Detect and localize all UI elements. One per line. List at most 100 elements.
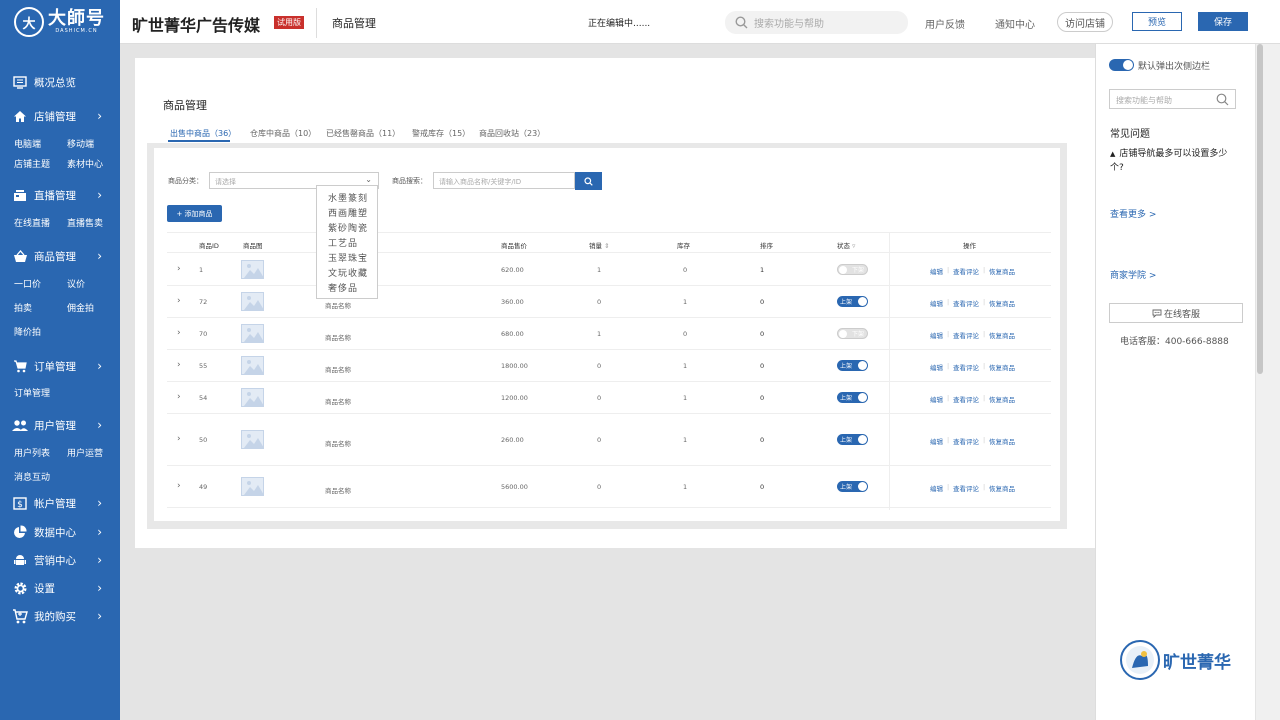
sidebar-subitem[interactable]: 订单管理: [14, 386, 50, 399]
category-option[interactable]: 水墨篆刻: [328, 191, 368, 204]
table-row[interactable]: › 50 商品名称 260.00 0 1 0 上架 编辑 查看评论 恢复商品 | |: [167, 414, 1051, 466]
tab-sold-out[interactable]: 已经售罄商品（11）: [326, 128, 400, 139]
header-sales[interactable]: 销量 ⇕: [589, 240, 610, 250]
merchant-academy-link[interactable]: 商家学院 >: [1110, 268, 1156, 281]
view-comments-link[interactable]: 查看评论: [953, 266, 979, 276]
table-row[interactable]: › 70 商品名称 680.00 1 0 0 下架 编辑 查看评论 恢复商品 | |: [167, 318, 1051, 350]
restore-product-link[interactable]: 恢复商品: [989, 483, 1015, 493]
category-option[interactable]: 玉翠珠宝: [328, 251, 368, 264]
sidebar-item-live-management[interactable]: 直播管理 ›: [0, 185, 120, 205]
restore-product-link[interactable]: 恢复商品: [989, 266, 1015, 276]
sidebar-subitem[interactable]: 降价拍: [14, 325, 41, 338]
sidebar-subitem[interactable]: 用户列表: [14, 446, 50, 459]
sidebar-item-store-management[interactable]: 店铺管理 ›: [0, 106, 120, 126]
sidebar-item-order-management[interactable]: 订单管理 ›: [0, 356, 120, 376]
sidebar-subitem[interactable]: 用户运营: [67, 446, 103, 459]
tab-recycle-bin[interactable]: 商品回收站（23）: [479, 128, 545, 139]
sidebar-subitem[interactable]: 素材中心: [67, 157, 103, 170]
product-search-input[interactable]: 请输入商品名称/关键字/ID: [433, 172, 575, 189]
sidebar-subitem[interactable]: 一口价: [14, 277, 41, 290]
sidebar-item-account-management[interactable]: $ 帐户管理 ›: [0, 493, 120, 513]
view-comments-link[interactable]: 查看评论: [953, 436, 979, 446]
sidebar-item-overview[interactable]: 概况总览: [0, 72, 120, 92]
category-option[interactable]: 工艺品: [328, 236, 358, 249]
restore-product-link[interactable]: 恢复商品: [989, 362, 1015, 372]
search-button[interactable]: [575, 172, 602, 190]
expand-row-icon[interactable]: ›: [177, 264, 181, 274]
visit-store-button[interactable]: 访问店铺: [1057, 12, 1113, 32]
expand-row-icon[interactable]: ›: [177, 392, 181, 402]
header-status[interactable]: 状态 ▿: [837, 240, 855, 250]
view-comments-link[interactable]: 查看评论: [953, 330, 979, 340]
see-more-link[interactable]: 查看更多 >: [1110, 207, 1156, 220]
status-toggle[interactable]: 上架: [837, 481, 868, 492]
tab-on-sale[interactable]: 出售中商品（36）: [170, 128, 236, 139]
restore-product-link[interactable]: 恢复商品: [989, 436, 1015, 446]
sidebar-item-settings[interactable]: 设置 ›: [0, 578, 120, 598]
sidebar-subitem[interactable]: 消息互动: [14, 470, 50, 483]
table-row[interactable]: › 49 商品名称 5600.00 0 1 0 上架 编辑 查看评论 恢复商品 | |: [167, 466, 1051, 508]
view-comments-link[interactable]: 查看评论: [953, 483, 979, 493]
tab-in-warehouse[interactable]: 仓库中商品（10）: [250, 128, 316, 139]
status-toggle[interactable]: 上架: [837, 360, 868, 371]
status-toggle[interactable]: 上架: [837, 434, 868, 445]
view-comments-link[interactable]: 查看评论: [953, 362, 979, 372]
status-toggle[interactable]: 下架: [837, 264, 868, 275]
status-toggle[interactable]: 下架: [837, 328, 868, 339]
sidebar-subitem[interactable]: 直播售卖: [67, 216, 103, 229]
sidebar-subitem[interactable]: 在线直播: [14, 216, 50, 229]
sidebar-subitem[interactable]: 拍卖: [14, 301, 32, 314]
table-row[interactable]: › 1 620.00 1 0 1 下架 编辑 查看评论 恢复商品 | |: [167, 254, 1051, 286]
expand-row-icon[interactable]: ›: [177, 481, 181, 491]
auto-open-sidebar-toggle[interactable]: [1109, 59, 1134, 71]
online-service-button[interactable]: 在线客服: [1109, 303, 1243, 323]
help-search-input[interactable]: 搜索功能与帮助: [1109, 89, 1236, 109]
expand-row-icon[interactable]: ›: [177, 434, 181, 444]
top-search-input[interactable]: 搜索功能与帮助: [725, 11, 908, 34]
tab-low-stock[interactable]: 警戒库存（15）: [412, 128, 470, 139]
edit-link[interactable]: 编辑: [930, 266, 943, 276]
sidebar-subitem[interactable]: 佣金拍: [67, 301, 94, 314]
expand-row-icon[interactable]: ›: [177, 328, 181, 338]
sidebar-subitem[interactable]: 议价: [67, 277, 85, 290]
edit-link[interactable]: 编辑: [930, 362, 943, 372]
edit-link[interactable]: 编辑: [930, 298, 943, 308]
product-price: 260.00: [501, 436, 524, 444]
table-row[interactable]: › 72 商品名称 360.00 0 1 0 上架 编辑 查看评论 恢复商品 | |: [167, 286, 1051, 318]
restore-product-link[interactable]: 恢复商品: [989, 394, 1015, 404]
preview-button[interactable]: 预览: [1132, 12, 1182, 31]
sidebar-item-user-management[interactable]: 用户管理 ›: [0, 415, 120, 435]
category-option[interactable]: 奢侈品: [328, 281, 358, 294]
edit-link[interactable]: 编辑: [930, 394, 943, 404]
category-option[interactable]: 紫砂陶瓷: [328, 221, 368, 234]
faq-item[interactable]: ▲ 店铺导航最多可以设置多少个?: [1110, 147, 1235, 175]
sidebar-subitem[interactable]: 店铺主题: [14, 157, 50, 170]
save-button[interactable]: 保存: [1198, 12, 1248, 31]
expand-row-icon[interactable]: ›: [177, 296, 181, 306]
category-option[interactable]: 文玩收藏: [328, 266, 368, 279]
view-comments-link[interactable]: 查看评论: [953, 394, 979, 404]
edit-link[interactable]: 编辑: [930, 436, 943, 446]
sidebar-item-data-center[interactable]: 数据中心 ›: [0, 522, 120, 542]
edit-link[interactable]: 编辑: [930, 483, 943, 493]
feedback-link[interactable]: 用户反馈: [925, 16, 965, 31]
table-row[interactable]: › 55 商品名称 1800.00 0 1 0 上架 编辑 查看评论 恢复商品 | |: [167, 350, 1051, 382]
sidebar-subitem[interactable]: 电脑端: [14, 137, 41, 150]
sidebar-item-my-purchases[interactable]: 我的购买 ›: [0, 606, 120, 626]
category-option[interactable]: 西画雕塑: [328, 206, 368, 219]
sidebar-item-marketing-center[interactable]: 营销中心 ›: [0, 550, 120, 570]
sidebar-item-product-management[interactable]: 商品管理 ›: [0, 246, 120, 266]
expand-row-icon[interactable]: ›: [177, 360, 181, 370]
add-product-button[interactable]: + 添加商品: [167, 205, 222, 222]
logo[interactable]: 大 大師号 DASHICM.CN: [0, 0, 120, 44]
status-toggle[interactable]: 上架: [837, 296, 868, 307]
table-row[interactable]: › 54 商品名称 1200.00 0 1 0 上架 编辑 查看评论 恢复商品 | |: [167, 382, 1051, 414]
scrollbar-thumb[interactable]: [1257, 44, 1263, 374]
status-toggle[interactable]: 上架: [837, 392, 868, 403]
restore-product-link[interactable]: 恢复商品: [989, 298, 1015, 308]
sidebar-subitem[interactable]: 移动端: [67, 137, 94, 150]
notification-center-link[interactable]: 通知中心: [995, 16, 1035, 31]
restore-product-link[interactable]: 恢复商品: [989, 330, 1015, 340]
view-comments-link[interactable]: 查看评论: [953, 298, 979, 308]
edit-link[interactable]: 编辑: [930, 330, 943, 340]
